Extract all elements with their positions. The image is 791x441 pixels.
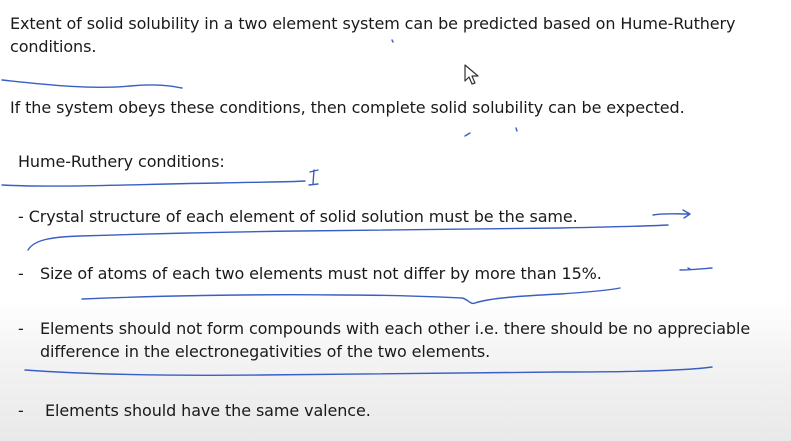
condition-item-3: Elements should not form compounds with … xyxy=(40,319,751,361)
condition-item-4: Elements should have the same valence. xyxy=(45,401,371,420)
condition-item-1: - Crystal structure of each element of s… xyxy=(18,205,578,228)
condition-marker: - xyxy=(18,264,24,283)
annotation-stroke xyxy=(687,267,691,270)
condition-text: Crystal structure of each element of sol… xyxy=(28,207,578,226)
annotation-stroke xyxy=(652,209,691,219)
annotation-stroke xyxy=(81,287,621,305)
slide-content: Extent of solid solubility in a two elem… xyxy=(0,0,791,441)
annotation-stroke xyxy=(1,180,306,187)
condition-marker: - xyxy=(18,207,24,226)
annotation-stroke xyxy=(27,224,669,251)
annotation-stroke xyxy=(464,132,471,137)
annotation-stroke xyxy=(679,267,713,271)
condition-item-2: Size of atoms of each two elements must … xyxy=(40,264,602,283)
intro-paragraph: Extent of solid solubility in a two elem… xyxy=(10,14,736,56)
obey-paragraph: If the system obeys these conditions, th… xyxy=(10,98,685,117)
annotation-stroke xyxy=(308,169,319,186)
annotation-stroke xyxy=(1,79,183,89)
annotation-stroke xyxy=(24,366,713,376)
condition-marker: - xyxy=(18,319,24,338)
annotation-stroke xyxy=(515,127,518,132)
mouse-pointer-icon xyxy=(464,64,479,85)
conditions-heading: Hume-Ruthery conditions: xyxy=(18,152,225,171)
condition-marker: - xyxy=(18,401,24,420)
